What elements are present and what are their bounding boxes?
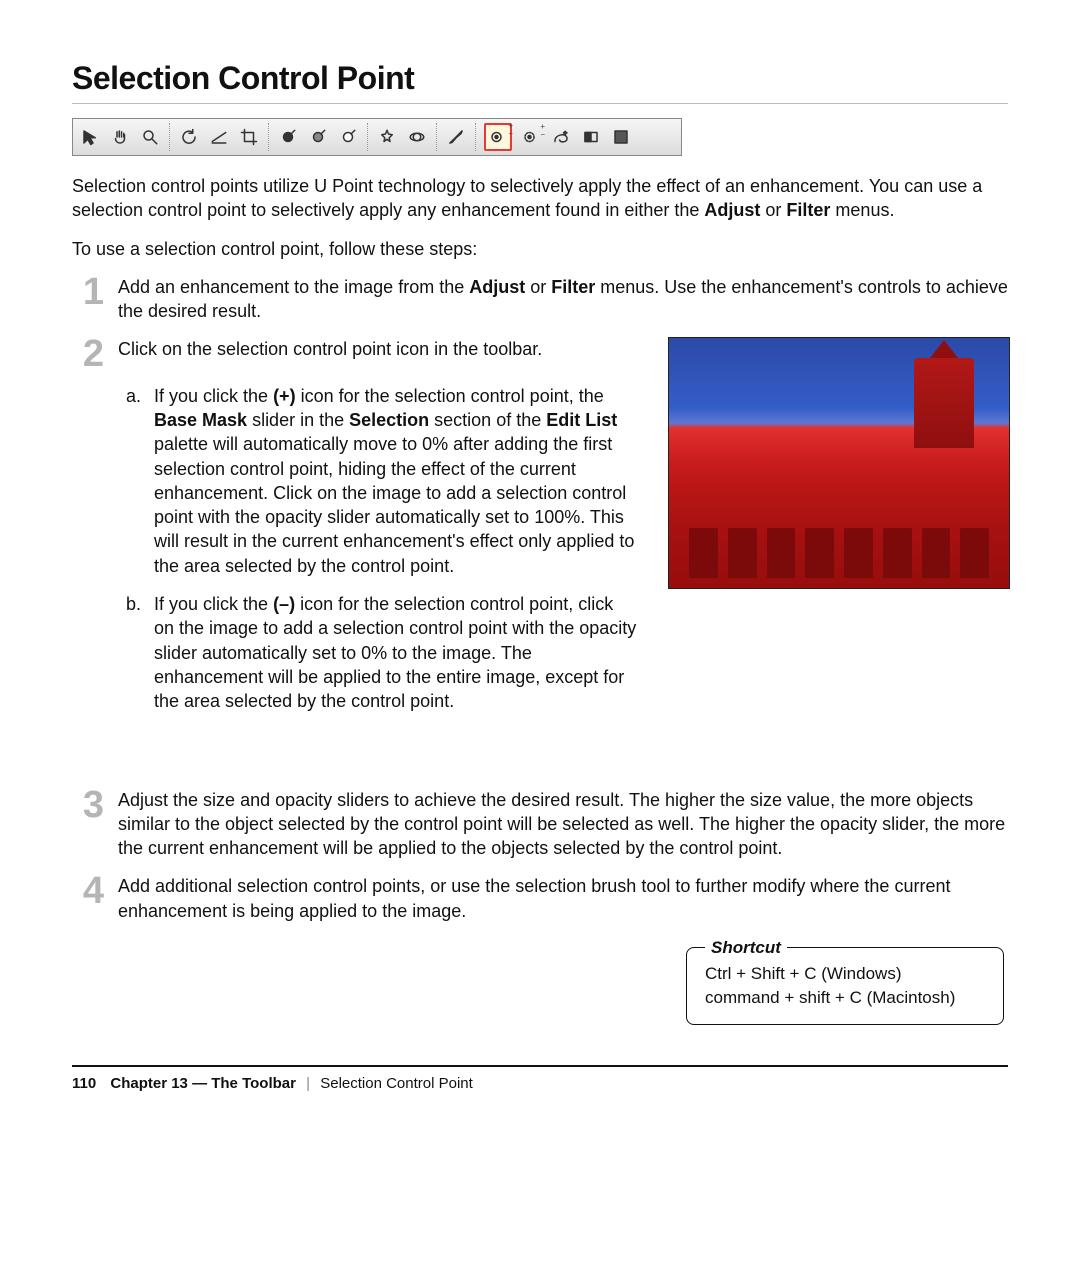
- steps-lead-in: To use a selection control point, follow…: [72, 237, 1008, 261]
- step-1: 1 Add an enhancement to the image from t…: [72, 275, 1008, 324]
- step-number: 3: [72, 788, 104, 861]
- step-number: 4: [72, 874, 104, 923]
- toolbar-separator: [367, 123, 368, 151]
- step-number: 1: [72, 275, 104, 324]
- toolbar-separator: [268, 123, 269, 151]
- white-cp-icon[interactable]: [337, 126, 359, 148]
- d-lighting-icon[interactable]: [406, 126, 428, 148]
- step-4: 4 Add additional selection control point…: [72, 874, 1008, 923]
- zoom-icon[interactable]: [139, 126, 161, 148]
- step-3: 3 Adjust the size and opacity sliders to…: [72, 788, 1008, 861]
- step-body: Adjust the size and opacity sliders to a…: [118, 788, 1008, 861]
- step-list: 1 Add an enhancement to the image from t…: [72, 275, 1008, 923]
- step-body: Add an enhancement to the image from the…: [118, 275, 1008, 324]
- building-colonnade: [689, 528, 989, 578]
- color-cp-icon[interactable]: [445, 126, 467, 148]
- step-number: 2: [72, 337, 104, 371]
- step-body: Click on the selection control point ico…: [118, 337, 638, 371]
- step-2: 2 Click on the selection control point i…: [72, 337, 638, 371]
- toolbar-separator: [169, 123, 170, 151]
- fill-icon[interactable]: [610, 126, 632, 148]
- step-2-sublist: If you click the (+) icon for the select…: [118, 384, 638, 714]
- neutral-cp-icon[interactable]: [307, 126, 329, 148]
- shortcut-windows: Ctrl + Shift + C (Windows): [705, 962, 985, 986]
- rotate-icon[interactable]: [178, 126, 200, 148]
- toolbar-separator: [436, 123, 437, 151]
- page-footer: 110 Chapter 13 — The Toolbar | Selection…: [72, 1065, 1008, 1092]
- step-2a: If you click the (+) icon for the select…: [146, 384, 638, 578]
- black-cp-icon[interactable]: [277, 126, 299, 148]
- crop-icon[interactable]: [238, 126, 260, 148]
- page-title: Selection Control Point: [72, 60, 1008, 97]
- gradient-icon[interactable]: [580, 126, 602, 148]
- lasso-plus-icon[interactable]: +: [550, 126, 572, 148]
- arrow-pointer-icon[interactable]: [79, 126, 101, 148]
- footer-chapter: Chapter 13 — The Toolbar: [110, 1075, 296, 1092]
- step-body: Add additional selection control points,…: [118, 874, 1008, 923]
- footer-section: Selection Control Point: [320, 1075, 473, 1092]
- straighten-icon[interactable]: [208, 126, 230, 148]
- hand-pan-icon[interactable]: [109, 126, 131, 148]
- toolbar-separator: [475, 123, 476, 151]
- selection-cp-minus-icon[interactable]: +−: [520, 126, 542, 148]
- toolbar: +− +− +: [72, 118, 682, 156]
- footer-divider: |: [306, 1075, 310, 1092]
- shortcut-mac: command + shift + C (Macintosh): [705, 986, 985, 1010]
- title-rule: [72, 103, 1008, 104]
- manual-page: Selection Control Point +− +− + Selection …: [0, 0, 1080, 1270]
- svg-text:+: +: [563, 130, 567, 137]
- shortcut-box: Shortcut Ctrl + Shift + C (Windows) comm…: [686, 947, 1004, 1025]
- selection-cp-plus-icon[interactable]: +−: [484, 123, 512, 151]
- step-2-area: 2 Click on the selection control point i…: [72, 337, 1008, 727]
- example-image: [668, 337, 1010, 589]
- step-2b: If you click the (–) icon for the select…: [146, 592, 638, 713]
- shortcut-legend: Shortcut: [705, 936, 787, 960]
- building-tower: [914, 358, 974, 448]
- auto-levels-icon[interactable]: [376, 126, 398, 148]
- page-number: 110: [72, 1075, 96, 1092]
- intro-paragraph: Selection control points utilize U Point…: [72, 174, 1008, 223]
